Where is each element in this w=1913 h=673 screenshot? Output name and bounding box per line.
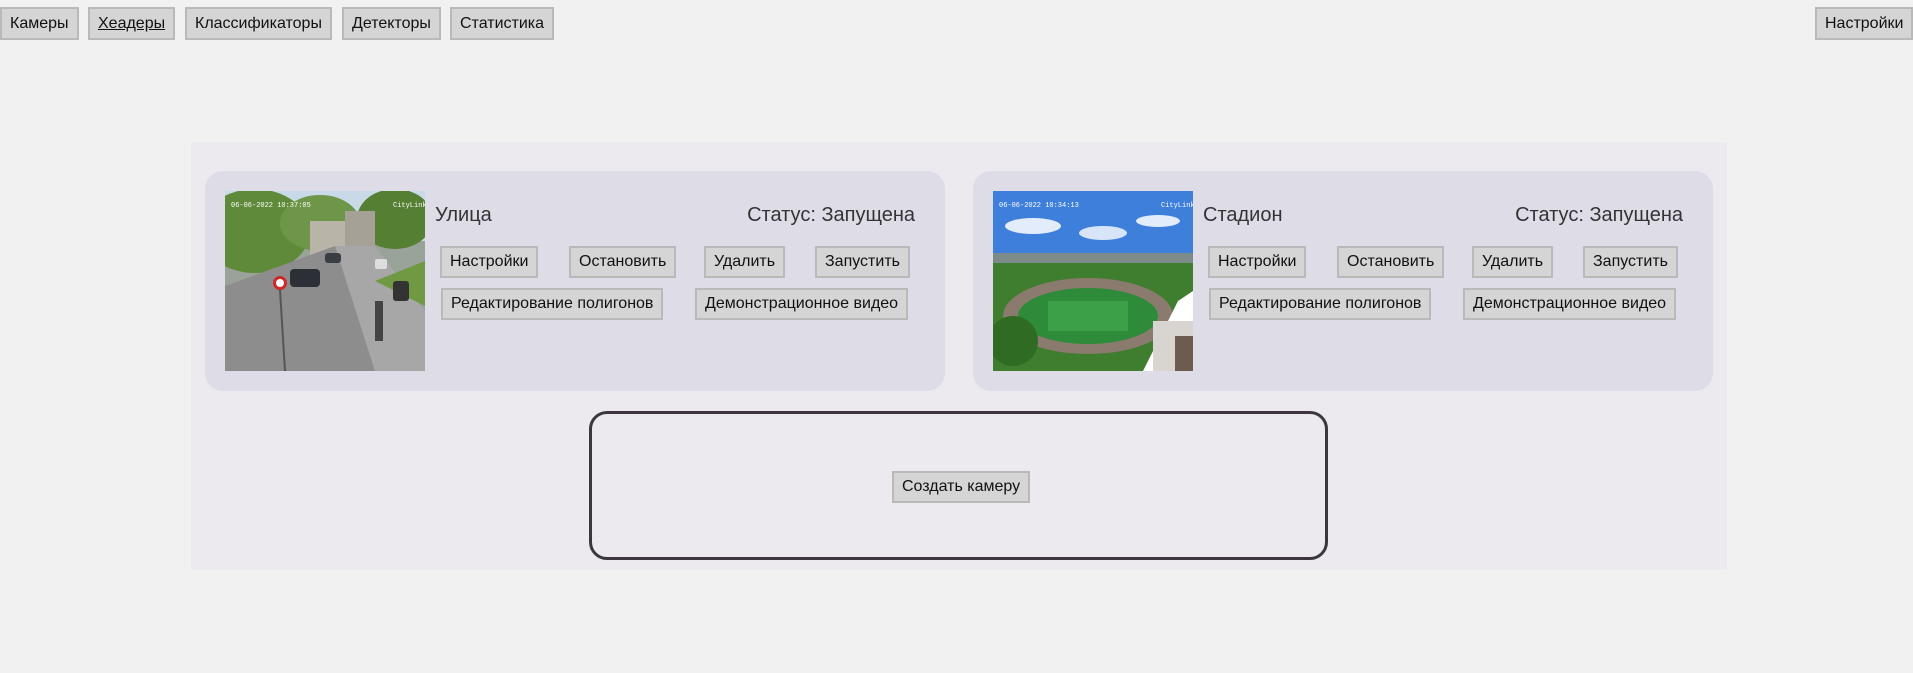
camera-start-button[interactable]: Запустить bbox=[815, 246, 910, 278]
camera-preview-stadium[interactable]: 06-06-2022 10:34:13 CityLink bbox=[993, 191, 1193, 371]
camera-status: Статус: Запущена bbox=[747, 204, 915, 226]
street-overlay-brand: CityLink bbox=[393, 202, 425, 210]
street-overlay-date: 06-06-2022 10:37:05 bbox=[231, 202, 311, 210]
top-nav: Камеры Хеадеры Классификаторы Детекторы … bbox=[0, 7, 1913, 40]
camera-name: Стадион bbox=[1203, 204, 1283, 226]
nav-headers-button[interactable]: Хеадеры bbox=[88, 7, 176, 40]
create-camera-box: Создать камеру bbox=[589, 411, 1328, 560]
stadium-overlay-date: 06-06-2022 10:34:13 bbox=[999, 202, 1079, 210]
nav-cameras-button[interactable]: Камеры bbox=[0, 7, 79, 40]
camera-stop-button[interactable]: Остановить bbox=[569, 246, 677, 278]
camera-delete-button[interactable]: Удалить bbox=[704, 246, 786, 278]
camera-delete-button[interactable]: Удалить bbox=[1472, 246, 1554, 278]
camera-card-street: 06-06-2022 10:37:05 CityLink Улица Стату… bbox=[205, 171, 945, 391]
camera-card-stadium: 06-06-2022 10:34:13 CityLink Стадион Ста… bbox=[973, 171, 1713, 391]
camera-edit-polygons-button[interactable]: Редактирование полигонов bbox=[441, 288, 664, 320]
camera-demo-video-button[interactable]: Демонстрационное видео bbox=[695, 288, 909, 320]
camera-settings-button[interactable]: Настройки bbox=[1208, 246, 1307, 278]
camera-status: Статус: Запущена bbox=[1515, 204, 1683, 226]
nav-statistics-button[interactable]: Статистика bbox=[450, 7, 555, 40]
stadium-camera-image: 06-06-2022 10:34:13 CityLink bbox=[993, 191, 1193, 371]
street-camera-image: 06-06-2022 10:37:05 CityLink bbox=[225, 191, 425, 371]
stadium-overlay-brand: CityLink bbox=[1161, 202, 1193, 210]
create-camera-button[interactable]: Создать камеру bbox=[892, 471, 1031, 503]
camera-name: Улица bbox=[435, 204, 492, 226]
nav-detectors-button[interactable]: Детекторы bbox=[342, 7, 441, 40]
camera-demo-video-button[interactable]: Демонстрационное видео bbox=[1463, 288, 1677, 320]
camera-preview-street[interactable]: 06-06-2022 10:37:05 CityLink bbox=[225, 191, 425, 371]
camera-stop-button[interactable]: Остановить bbox=[1337, 246, 1445, 278]
camera-start-button[interactable]: Запустить bbox=[1583, 246, 1678, 278]
nav-classifiers-button[interactable]: Классификаторы bbox=[185, 7, 332, 40]
nav-settings-button[interactable]: Настройки bbox=[1815, 7, 1913, 40]
camera-settings-button[interactable]: Настройки bbox=[440, 246, 539, 278]
camera-edit-polygons-button[interactable]: Редактирование полигонов bbox=[1209, 288, 1432, 320]
